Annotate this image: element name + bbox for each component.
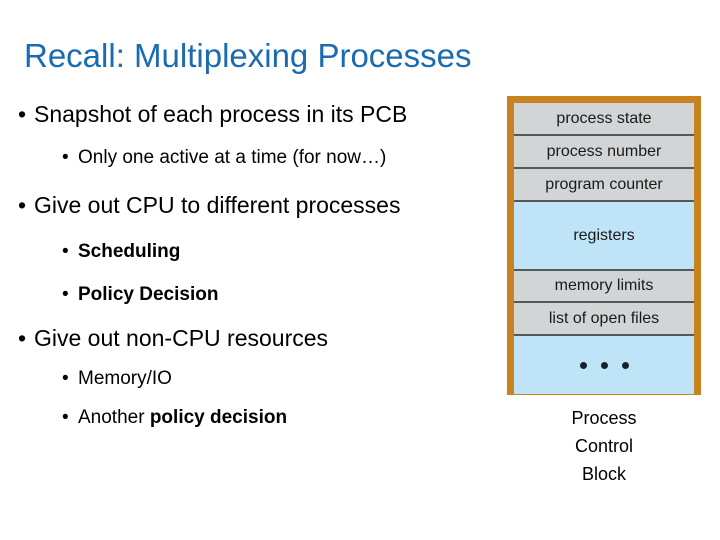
bullet-marker-icon: • bbox=[62, 368, 69, 389]
pcb-row: process number bbox=[514, 136, 694, 169]
bullet-text: Only one active at a time (for now…) bbox=[78, 147, 387, 168]
ellipsis-icon bbox=[579, 361, 629, 369]
bullet-marker-icon: • bbox=[18, 101, 27, 127]
bullet-text: Another policy decision bbox=[78, 405, 486, 430]
bullet-marker-icon: • bbox=[62, 284, 69, 305]
bullet-text: Give out non-CPU resources bbox=[34, 325, 329, 351]
bullet-marker-icon: • bbox=[62, 241, 69, 262]
dot-3-icon bbox=[621, 361, 629, 369]
bullet-marker-icon: • bbox=[18, 325, 27, 351]
dot-2-icon bbox=[600, 361, 608, 369]
pcb-caption: Process Control Block bbox=[507, 404, 701, 488]
pcb-row: program counter bbox=[514, 169, 694, 202]
bullet-item-2: • Give out CPU to different processes bbox=[18, 191, 486, 219]
page-title: Recall: Multiplexing Processes bbox=[24, 37, 472, 74]
pcb-caption-line-1: Process bbox=[571, 408, 637, 428]
bullet-item-3: • Scheduling bbox=[62, 239, 486, 264]
bullet-marker-icon: • bbox=[18, 192, 27, 218]
bullet-text: Snapshot of each process in its PCB bbox=[34, 101, 408, 127]
bullet-marker-icon: • bbox=[62, 407, 69, 428]
bullet-marker-icon: • bbox=[62, 147, 69, 168]
pcb-row-label: process state bbox=[556, 109, 652, 127]
bullet-item-1: • Only one active at a time (for now…) bbox=[62, 145, 486, 170]
pcb-row-label: process number bbox=[546, 142, 662, 160]
bullet-text: Policy Decision bbox=[78, 284, 219, 305]
pcb-row: memory limits bbox=[514, 271, 694, 303]
pcb-row-label: list of open files bbox=[548, 309, 660, 327]
slide-canvas: Recall: Multiplexing Processes • Snapsho… bbox=[0, 0, 720, 540]
bullet-item-6: • Memory/IO bbox=[62, 366, 486, 391]
pcb-caption-line-3: Block bbox=[581, 464, 626, 484]
bullet-text: Give out CPU to different processes bbox=[34, 192, 401, 218]
bullet-text: Memory/IO bbox=[78, 368, 172, 389]
bullet-item-4: • Policy Decision bbox=[62, 282, 486, 307]
pcb-caption-line-2: Control bbox=[574, 436, 634, 456]
bullet-text-prefix: Another bbox=[78, 407, 150, 428]
bullet-text: Scheduling bbox=[78, 241, 181, 262]
pcb-row: registers bbox=[514, 202, 694, 271]
pcb-row-label: program counter bbox=[545, 175, 663, 193]
bullet-text-emphasis: policy decision bbox=[149, 407, 288, 428]
bullet-item-7: • Another policy decision bbox=[62, 405, 486, 430]
pcb-row-label: memory limits bbox=[554, 277, 654, 294]
pcb-row bbox=[514, 336, 694, 394]
dot-1-icon bbox=[579, 361, 587, 369]
pcb-row: list of open files bbox=[514, 303, 694, 336]
bullet-item-0: • Snapshot of each process in its PCB bbox=[18, 100, 486, 128]
process-control-block-diagram: process state process number program cou… bbox=[507, 96, 701, 395]
bullet-item-5: • Give out non-CPU resources bbox=[18, 324, 486, 352]
bullet-list: • Snapshot of each process in its PCB • … bbox=[16, 100, 486, 540]
pcb-row: process state bbox=[514, 103, 694, 136]
pcb-row-label: registers bbox=[573, 226, 635, 244]
